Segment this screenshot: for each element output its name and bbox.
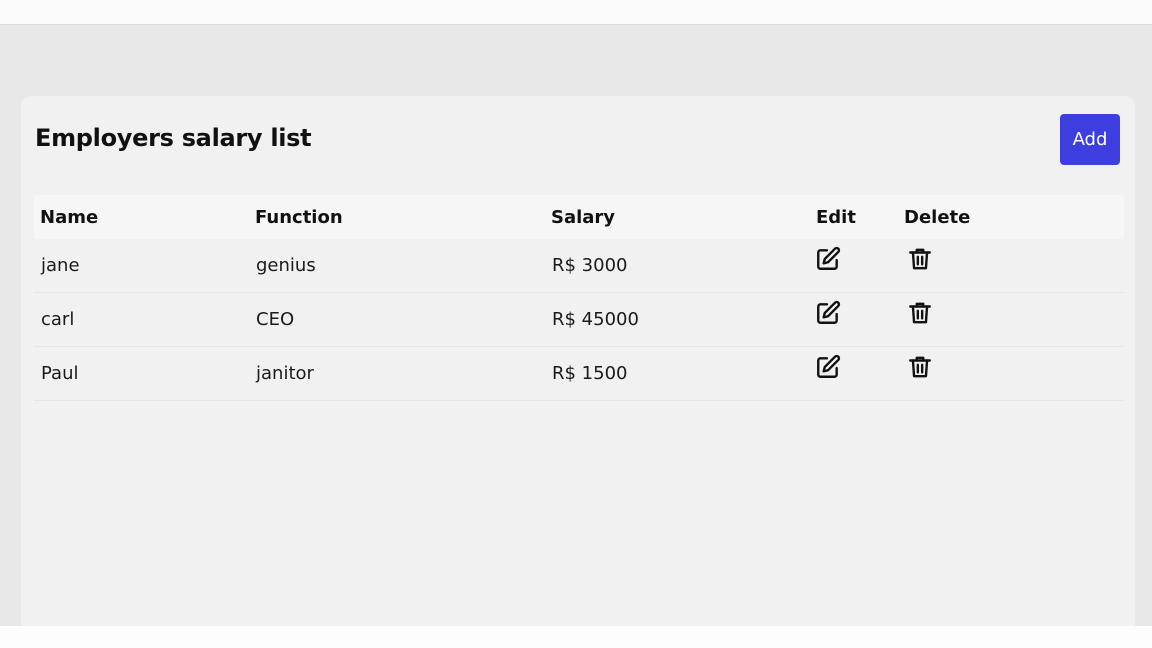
edit-icon: [817, 246, 841, 270]
table-row: Paul janitor R$ 1500: [34, 347, 1124, 401]
edit-icon: [817, 300, 841, 324]
cell-salary: R$ 45000: [552, 309, 639, 330]
delete-button[interactable]: [906, 299, 934, 327]
salary-table: Name Function Salary Edit Delete jane ge…: [34, 195, 1124, 401]
cell-name: Paul: [41, 363, 79, 384]
cell-salary: R$ 1500: [552, 363, 628, 384]
cell-salary: R$ 3000: [552, 255, 628, 276]
header-name: Name: [40, 206, 99, 228]
edit-icon: [817, 354, 841, 378]
cell-name: jane: [41, 255, 80, 276]
page-title: Employers salary list: [35, 124, 312, 152]
header-salary: Salary: [551, 206, 616, 228]
cell-function: janitor: [256, 363, 314, 384]
trash-icon: [909, 302, 931, 324]
delete-button[interactable]: [906, 245, 934, 273]
header-function: Function: [255, 206, 343, 228]
bottom-bar: [0, 626, 1152, 648]
cell-function: CEO: [256, 309, 295, 330]
table-header: Name Function Salary Edit Delete: [34, 195, 1124, 239]
edit-button[interactable]: [814, 353, 842, 381]
cell-function: genius: [256, 255, 316, 276]
header-edit: Edit: [816, 206, 856, 228]
top-bar: [0, 0, 1152, 25]
edit-button[interactable]: [814, 245, 842, 273]
add-button[interactable]: Add: [1060, 114, 1120, 165]
trash-icon: [909, 248, 931, 270]
salary-list-card: Employers salary list Add Name Function …: [21, 96, 1135, 648]
header-delete: Delete: [904, 206, 971, 228]
trash-icon: [909, 356, 931, 378]
table-row: jane genius R$ 3000: [34, 239, 1124, 293]
edit-button[interactable]: [814, 299, 842, 327]
cell-name: carl: [41, 309, 75, 330]
delete-button[interactable]: [906, 353, 934, 381]
table-row: carl CEO R$ 45000: [34, 293, 1124, 347]
